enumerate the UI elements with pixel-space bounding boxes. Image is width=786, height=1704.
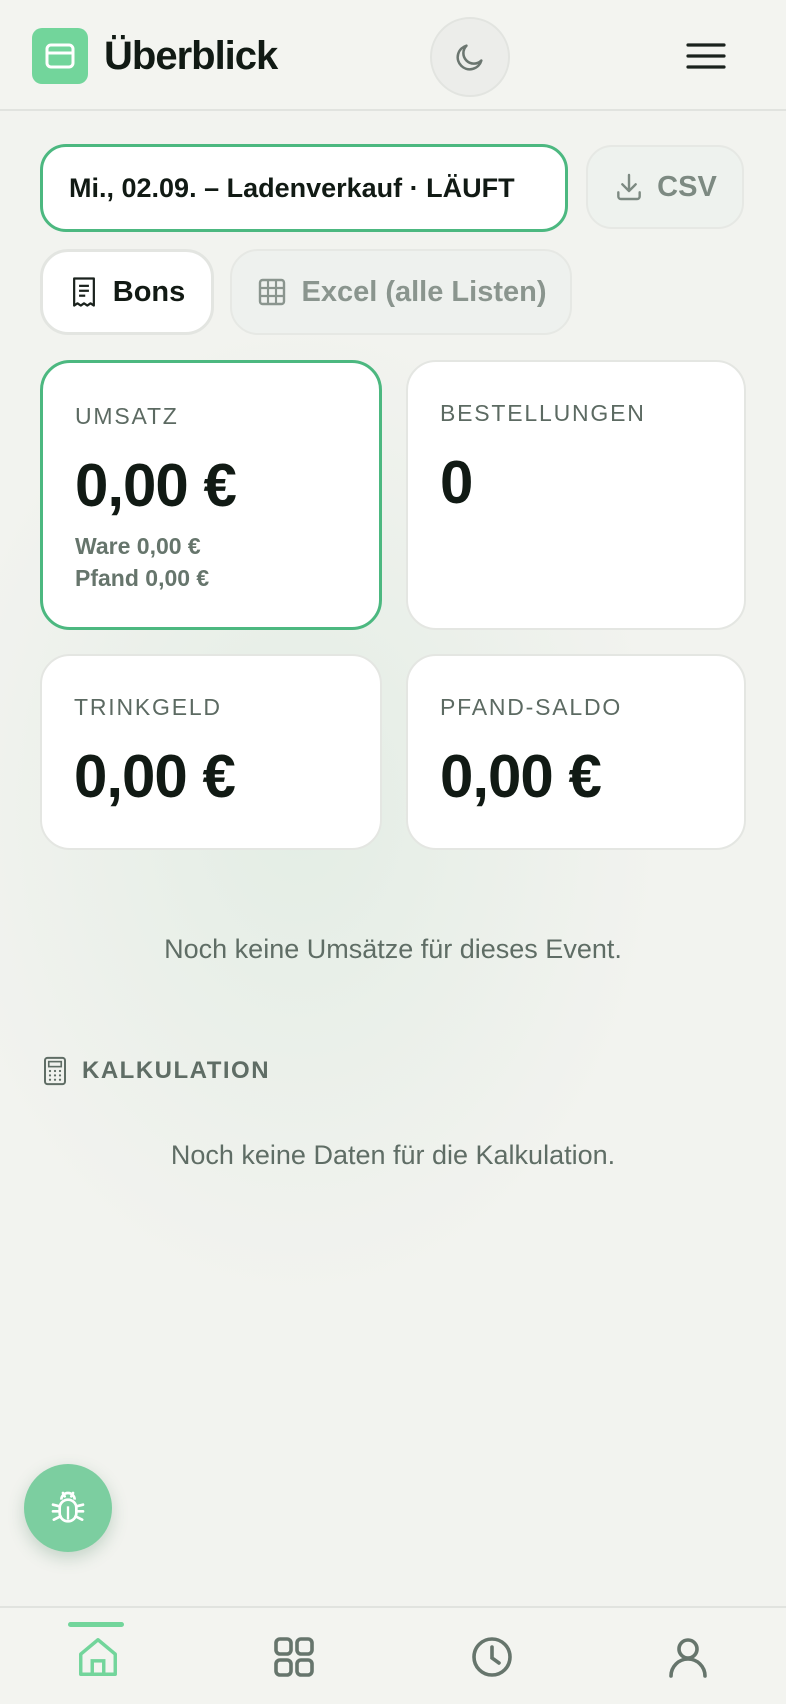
csv-label: CSV xyxy=(657,170,717,203)
stat-card-umsatz[interactable]: UMSATZ 0,00 € Ware 0,00 € Pfand 0,00 € xyxy=(40,360,382,630)
nav-history[interactable] xyxy=(432,1608,552,1704)
card-icon xyxy=(45,43,75,69)
kalkulation-title: KALKULATION xyxy=(82,1057,271,1084)
bons-label: Bons xyxy=(112,275,186,308)
theme-toggle-button[interactable] xyxy=(430,17,510,97)
stat-sub-ware: Ware 0,00 € xyxy=(75,533,201,559)
empty-sales-message: Noch keine Umsätze für dieses Event. xyxy=(164,934,622,964)
empty-kalkulation-message: Noch keine Daten für die Kalkulation. xyxy=(170,1140,616,1170)
download-icon xyxy=(617,173,642,201)
bons-button[interactable]: Bons xyxy=(40,249,214,335)
nav-home[interactable] xyxy=(38,1608,158,1704)
stat-value: 0 xyxy=(440,449,473,516)
grid-icon xyxy=(274,1637,314,1677)
bug-icon xyxy=(51,1491,85,1523)
stat-label: BESTELLUNGEN xyxy=(440,400,646,426)
receipt-icon xyxy=(72,277,95,307)
event-select-value: Mi., 02.09. – Ladenverkauf · LÄUFT xyxy=(69,172,515,203)
app-header: Überblick xyxy=(0,0,786,111)
kalkulation-heading: KALKULATION xyxy=(42,1056,270,1086)
csv-export-button[interactable]: CSV xyxy=(586,145,744,229)
stat-value: 0,00 € xyxy=(74,743,236,810)
clock-icon xyxy=(472,1637,512,1677)
stat-label: UMSATZ xyxy=(75,403,179,429)
nav-profile[interactable] xyxy=(628,1608,748,1704)
background-glow xyxy=(0,110,786,1610)
stat-card-bestellungen[interactable]: BESTELLUNGEN 0 xyxy=(406,360,746,630)
stat-value: 0,00 € xyxy=(440,743,602,810)
app-logo xyxy=(32,28,88,84)
nav-active-indicator xyxy=(68,1622,124,1627)
calculator-icon xyxy=(44,1056,66,1086)
stat-card-trinkgeld[interactable]: TRINKGELD 0,00 € xyxy=(40,654,382,850)
user-icon xyxy=(669,1638,707,1678)
bottom-navigation xyxy=(0,1606,786,1704)
event-select[interactable]: Mi., 02.09. – Ladenverkauf · LÄUFT xyxy=(40,144,568,232)
bug-report-button[interactable] xyxy=(24,1464,112,1552)
stat-label: TRINKGELD xyxy=(74,694,222,720)
menu-button[interactable] xyxy=(680,36,732,76)
nav-grid[interactable] xyxy=(234,1608,354,1704)
moon-icon xyxy=(456,44,483,71)
stat-card-pfand-saldo[interactable]: PFAND-SALDO 0,00 € xyxy=(406,654,746,850)
page-title: Überblick xyxy=(104,34,278,78)
stat-sub-pfand: Pfand 0,00 € xyxy=(75,565,210,591)
home-icon xyxy=(79,1638,117,1676)
stat-label: PFAND-SALDO xyxy=(440,694,623,720)
excel-export-button[interactable]: Excel (alle Listen) xyxy=(230,249,572,335)
table-grid-icon xyxy=(258,278,285,306)
hamburger-menu-icon xyxy=(686,43,726,69)
stat-value: 0,00 € xyxy=(75,452,237,519)
excel-label: Excel (alle Listen) xyxy=(301,275,547,308)
